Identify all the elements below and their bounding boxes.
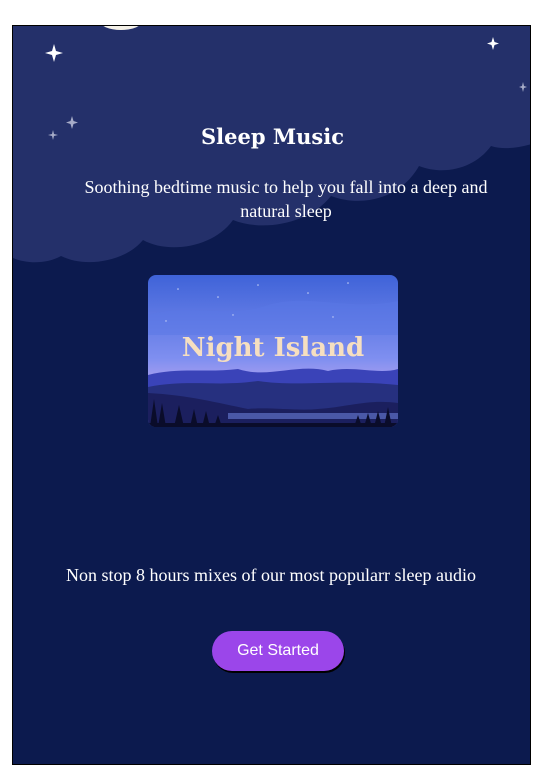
featured-track-card[interactable]: Night Island: [148, 275, 398, 427]
get-started-button[interactable]: Get Started: [212, 631, 344, 671]
description-text: Non stop 8 hours mixes of our most popul…: [66, 565, 476, 585]
app-screen: Sleep Music Soothing bedtime music to he…: [12, 25, 531, 765]
page-subtitle: Soothing bedtime music to help you fall …: [84, 177, 488, 221]
page-title: Sleep Music: [201, 124, 344, 149]
featured-track-title: Night Island: [181, 333, 365, 363]
